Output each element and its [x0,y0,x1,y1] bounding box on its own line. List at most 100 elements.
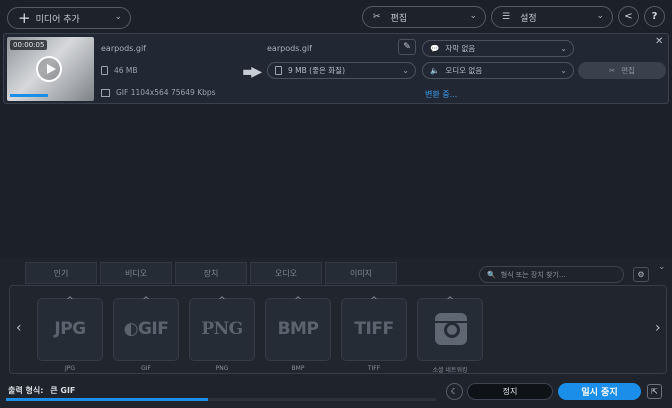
tools-icon: ✂ [373,12,381,22]
tab-popular[interactable]: 인기 [25,262,97,284]
collapse-panel-icon[interactable]: ⌄ [658,262,666,272]
target-file-name[interactable]: earpods.gif [267,44,312,53]
export-icon[interactable]: ⇱ [647,384,662,399]
source-info: GIF 1104x564 75649 Kbps [101,88,216,97]
format-label: TIFF [367,365,381,372]
chevron-down-icon: ⌄ [560,44,567,53]
add-media-label: 미디어 추가 [35,14,80,25]
thumbnail-time: 00:00:05 [10,40,48,50]
gif-logo: ◐GIF [114,319,178,339]
conversion-progress-fill [6,398,209,401]
audio-value: 오디오 없음 [445,66,483,75]
gif-logo-text: GIF [137,319,169,339]
source-size-value: 46 MB [114,66,138,75]
file-icon [275,66,282,75]
gif-swirl-icon: ◐ [123,319,139,339]
acceleration-button[interactable]: ☾ [446,383,463,400]
row-edit-label: 편집 [621,66,636,75]
format-tiff[interactable]: ^ TIFF [341,296,407,361]
chevron-down-icon: ⌄ [402,66,409,75]
conversion-status: 변환 중... [425,90,458,99]
thumbnail-progress-bar [10,94,49,97]
row-edit-button[interactable]: ✂ 편집 [578,62,666,79]
settings-label: 설정 [520,13,537,24]
format-list: ‹ ^ JPG JPG ^ ◐GIF GIF ^ PNG PNG ^ BMP B… [9,285,667,374]
format-search-input[interactable]: 🔍 형식 또는 장치 찾기... [479,266,624,283]
chevron-up-icon: ^ [370,296,378,306]
tab-images[interactable]: 이미지 [325,262,397,284]
format-gif[interactable]: ^ ◐GIF [113,296,179,361]
conversion-progress-bar [6,398,436,401]
share-icon: < [624,11,633,22]
video-thumbnail[interactable]: 00:00:05 [7,37,94,101]
source-info-value: GIF 1104x564 75649 Kbps [116,88,216,97]
rename-button[interactable]: ✎ [398,39,416,55]
format-settings-button[interactable]: ⚙ [633,267,649,282]
pencil-icon: ✎ [403,42,411,52]
chevron-up-icon: ^ [446,296,454,306]
subtitle-select[interactable]: 💬 자막 없음 ⌄ [422,40,574,57]
bmp-logo: BMP [277,319,319,339]
chevron-down-icon: ⌄ [560,66,567,75]
chevron-up-icon: ^ [142,296,150,306]
output-format[interactable]: 출력 형식: 큰 GIF [8,385,75,396]
tools-icon: ✂ [608,66,616,75]
format-png[interactable]: ^ PNG [189,296,255,361]
speaker-icon: 🔈 [430,66,440,75]
tab-audio[interactable]: 오디오 [250,262,322,284]
add-media-button[interactable]: + 미디어 추가 ⌄ [7,7,131,29]
file-row[interactable]: 00:00:05 earpods.gif 46 MB GIF 1104x564 … [3,33,669,104]
format-tabs: 인기 비디오 장치 오디오 이미지 🔍 형식 또는 장치 찾기... ⚙ ⌄ [0,262,672,284]
chevron-right-icon[interactable]: › [655,320,661,336]
format-jpg[interactable]: ^ JPG [37,296,103,361]
chevron-down-icon: ⌄ [114,12,122,22]
file-icon [101,66,108,75]
audio-select[interactable]: 🔈 오디오 없음 ⌄ [422,62,574,79]
tab-devices[interactable]: 장치 [175,262,247,284]
jpg-logo: JPG [54,319,86,339]
format-label: 소셜 네트워킹 [432,367,468,374]
camera-icon [435,313,467,345]
chevron-left-icon[interactable]: ‹ [16,320,22,336]
subtitle-value: 자막 없음 [445,44,476,53]
format-social[interactable]: ^ [417,296,483,361]
output-format-value: 큰 GIF [50,386,76,395]
question-icon: ? [651,11,658,22]
speech-bubble-icon: 💬 [430,44,440,53]
edit-label: 편집 [390,13,408,24]
tiff-logo: TIFF [354,319,394,339]
settings-button[interactable]: ☰ 설정 ⌄ [491,6,613,28]
source-file-name: earpods.gif [101,44,146,53]
film-icon [101,88,110,97]
format-label: JPG [64,365,76,372]
help-button[interactable]: ? [644,6,665,27]
arrow-right-icon: ▬▶ [242,64,262,80]
target-size-value: 9 MB (좋은 화질) [288,66,345,75]
output-format-label: 출력 형식: [8,386,44,395]
share-button[interactable]: < [618,6,639,27]
edit-button[interactable]: ✂ 편집 ⌄ [362,6,486,28]
stop-button[interactable]: 정지 [467,383,553,400]
list-icon: ☰ [502,12,511,22]
format-label: GIF [141,365,151,372]
search-placeholder: 형식 또는 장치 찾기... [500,270,566,279]
chevron-down-icon: ⌄ [469,11,477,21]
plus-icon: + [18,8,31,27]
format-bmp[interactable]: ^ BMP [265,296,331,361]
tab-video[interactable]: 비디오 [100,262,172,284]
top-toolbar: + 미디어 추가 ⌄ ✂ 편집 ⌄ ☰ 설정 ⌄ < ? [0,0,672,34]
search-icon: 🔍 [487,270,496,279]
pause-button[interactable]: 일시 중지 [558,383,641,400]
close-icon[interactable]: ✕ [655,36,663,47]
format-label: BMP [291,365,305,372]
source-size: 46 MB [101,66,138,75]
play-icon[interactable] [36,56,62,82]
target-size-select[interactable]: 9 MB (좋은 화질) ⌄ [267,62,416,79]
settings-icon: ⚙ [637,270,645,279]
format-label: PNG [215,365,229,372]
png-logo: PNG [201,319,243,339]
chevron-up-icon: ^ [66,296,74,306]
chevron-down-icon: ⌄ [596,11,604,21]
chevron-up-icon: ^ [294,296,302,306]
chevron-up-icon: ^ [218,296,226,306]
